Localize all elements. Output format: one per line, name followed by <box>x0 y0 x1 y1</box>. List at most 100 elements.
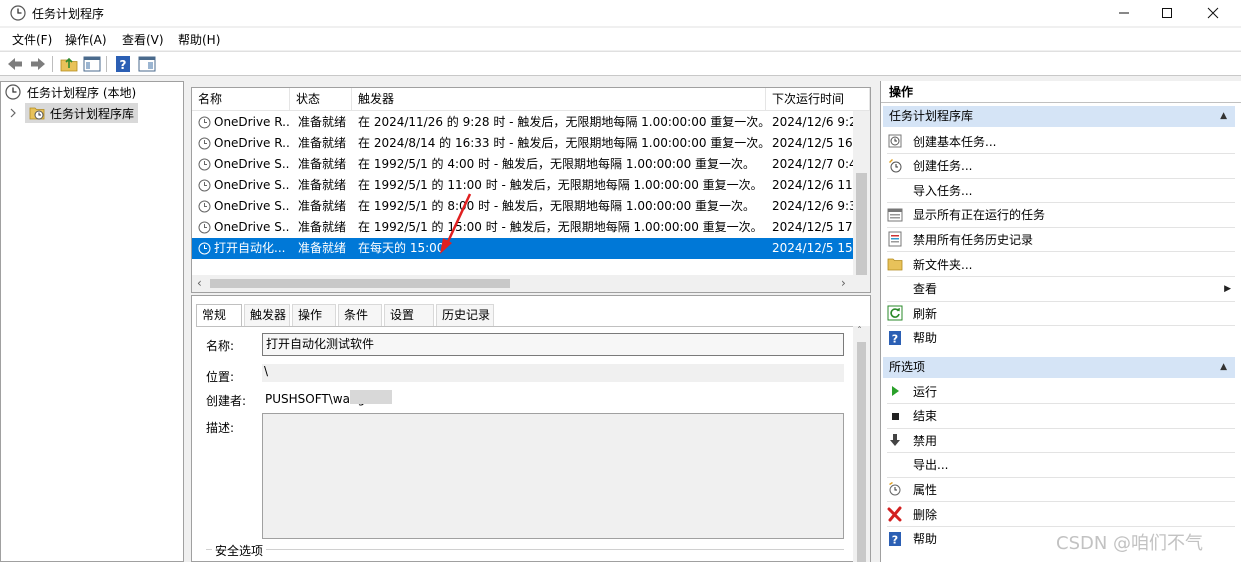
menu-view[interactable]: 查看(V) <box>122 31 164 48</box>
menu-help[interactable]: 帮助(H) <box>178 31 220 48</box>
cell-name: OneDrive S... <box>214 220 290 234</box>
task-list-vertical-scrollbar[interactable] <box>853 111 870 277</box>
section-header-task-library[interactable]: 任务计划程序库 ▲ <box>883 106 1235 127</box>
table-row[interactable]: OneDrive S... 准备就绪在 1992/5/1 的 8:00 时 - 触… <box>192 196 853 217</box>
column-header-name[interactable]: 名称 <box>192 88 290 111</box>
close-button[interactable] <box>1190 0 1236 26</box>
up-folder-icon[interactable] <box>60 55 78 73</box>
cell-next-run: 2024/12/6 9:3 <box>772 199 853 213</box>
tree-expand-toggle[interactable] <box>9 103 17 123</box>
tab-settings[interactable]: 设置 <box>384 304 434 326</box>
action-item-label: 禁用所有任务历史记录 <box>913 232 1034 247</box>
author-label: 创建者: <box>206 394 247 408</box>
svg-text:?: ? <box>892 533 898 546</box>
action-item-label: 帮助 <box>913 532 938 547</box>
table-row[interactable]: OneDrive R... 准备就绪在 2024/8/14 的 16:33 时 -… <box>192 133 853 154</box>
table-row[interactable]: OneDrive S... 准备就绪在 1992/5/1 的 15:00 时 - … <box>192 217 853 238</box>
tree-item-task-scheduler-local[interactable]: 任务计划程序 (本地) <box>5 82 136 102</box>
section-header-selected-item[interactable]: 所选项 ▲ <box>883 357 1235 378</box>
name-field[interactable]: 打开自动化测试软件 <box>262 333 844 356</box>
cell-next-run: 2024/12/5 17: <box>772 220 853 234</box>
action-item[interactable]: 导入任务... <box>887 178 1235 202</box>
disable-icon <box>887 432 903 448</box>
tab-conditions[interactable]: 条件 <box>338 304 382 326</box>
action-item[interactable]: 禁用 <box>887 428 1235 452</box>
show-hide-action-pane-icon[interactable] <box>138 55 156 73</box>
action-item[interactable]: 属性 <box>887 477 1235 501</box>
help-icon[interactable]: ? <box>114 55 132 73</box>
table-row[interactable]: 打开自动化... 准备就绪 在每天的 15:00 2024/12/5 15: <box>192 238 853 259</box>
tab-general[interactable]: 常规 <box>196 304 242 327</box>
task-clock-icon <box>198 158 211 171</box>
cell-trigger: 在 2024/8/14 的 16:33 时 - 触发后，无限期地每隔 1.00:… <box>358 136 766 150</box>
action-item-label: 创建基本任务... <box>913 134 997 149</box>
cell-name: OneDrive R... <box>214 136 290 150</box>
collapse-chevron-icon[interactable]: ▲ <box>1220 357 1227 378</box>
scrollbar-thumb[interactable] <box>856 173 867 277</box>
scroll-left-arrow-icon[interactable]: ‹ <box>197 276 202 290</box>
cell-trigger: 在 1992/5/1 的 8:00 时 - 触发后，无限期地每隔 1.00:00… <box>358 199 756 213</box>
security-options-group: 安全选项 <box>206 542 844 562</box>
tab-triggers[interactable]: 触发器 <box>244 304 290 326</box>
back-arrow-icon[interactable] <box>6 55 24 73</box>
scroll-right-arrow-icon[interactable]: › <box>841 276 846 290</box>
task-list: 名称 状态 触发器 下次运行时间 OneDrive R... 准备就绪在 2024… <box>191 87 871 293</box>
action-item[interactable]: 查看 ▶ <box>887 277 1235 301</box>
delete-icon <box>887 506 903 522</box>
column-header-trigger[interactable]: 触发器 <box>352 88 766 111</box>
action-item[interactable]: 显示所有正在运行的任务 <box>887 203 1235 227</box>
cell-trigger: 在每天的 15:00 <box>358 241 445 255</box>
scrollbar-thumb[interactable] <box>857 342 866 562</box>
action-item-label: 帮助 <box>913 331 938 346</box>
window-title: 任务计划程序 <box>32 7 105 21</box>
svg-text:?: ? <box>892 332 898 345</box>
security-options-label: 安全选项 <box>212 542 267 559</box>
menu-action[interactable]: 操作(A) <box>65 31 107 48</box>
cell-status: 准备就绪 <box>298 241 347 255</box>
description-field[interactable] <box>262 413 844 539</box>
tab-history[interactable]: 历史记录 <box>436 304 494 326</box>
action-item-label: 创建任务... <box>913 159 973 174</box>
action-item[interactable]: 导出... <box>887 453 1235 477</box>
task-list-horizontal-scrollbar[interactable]: ‹ › <box>192 275 870 292</box>
action-item[interactable]: 创建基本任务... <box>887 129 1235 153</box>
forward-arrow-icon[interactable] <box>29 55 47 73</box>
table-row[interactable]: OneDrive S... 准备就绪在 1992/5/1 的 4:00 时 - 触… <box>192 154 853 175</box>
table-row[interactable]: OneDrive S... 准备就绪在 1992/5/1 的 11:00 时 - … <box>192 175 853 196</box>
cell-next-run: 2024/12/6 11: <box>772 178 853 192</box>
action-item[interactable]: 删除 <box>887 502 1235 526</box>
menu-file[interactable]: 文件(F) <box>12 31 52 48</box>
cell-status: 准备就绪 <box>298 136 347 150</box>
location-label: 位置: <box>206 370 235 384</box>
action-item[interactable]: 禁用所有任务历史记录 <box>887 227 1235 251</box>
tree-item-task-library[interactable]: 任务计划程序库 <box>25 103 139 123</box>
task-clock-icon <box>198 242 211 255</box>
cell-name: OneDrive S... <box>214 199 290 213</box>
action-item[interactable]: 新文件夹... <box>887 252 1235 276</box>
column-header-next-run[interactable]: 下次运行时间 <box>766 88 870 111</box>
help-icon: ? <box>887 330 903 346</box>
scroll-up-arrow-icon[interactable]: ˆ <box>857 326 862 337</box>
cell-name: 打开自动化... <box>214 241 286 255</box>
maximize-button[interactable] <box>1144 0 1190 26</box>
table-row[interactable]: OneDrive R... 准备就绪在 2024/11/26 的 9:28 时 -… <box>192 112 853 133</box>
location-value: \ <box>262 364 844 382</box>
show-hide-console-tree-icon[interactable] <box>83 55 101 73</box>
scrollbar-thumb[interactable] <box>210 279 510 288</box>
action-item[interactable]: ? 帮助 <box>887 326 1235 350</box>
chevron-right-icon <box>10 108 16 118</box>
action-item[interactable]: 创建任务... <box>887 154 1235 178</box>
action-item[interactable]: 结束 <box>887 404 1235 428</box>
watermark: CSDN @咱们不气 <box>1056 533 1204 554</box>
toolbar-separator <box>106 56 107 72</box>
collapse-chevron-icon[interactable]: ▲ <box>1220 106 1227 127</box>
refresh-icon <box>887 305 903 321</box>
details-vertical-scrollbar[interactable]: ˆ <box>853 326 870 562</box>
column-header-status[interactable]: 状态 <box>290 88 352 111</box>
action-item[interactable]: 运行 <box>887 379 1235 403</box>
folder-icon <box>887 256 903 272</box>
action-item-label: 运行 <box>913 384 938 399</box>
action-item[interactable]: 刷新 <box>887 301 1235 325</box>
minimize-button[interactable] <box>1101 0 1147 26</box>
tab-actions[interactable]: 操作 <box>292 304 336 326</box>
